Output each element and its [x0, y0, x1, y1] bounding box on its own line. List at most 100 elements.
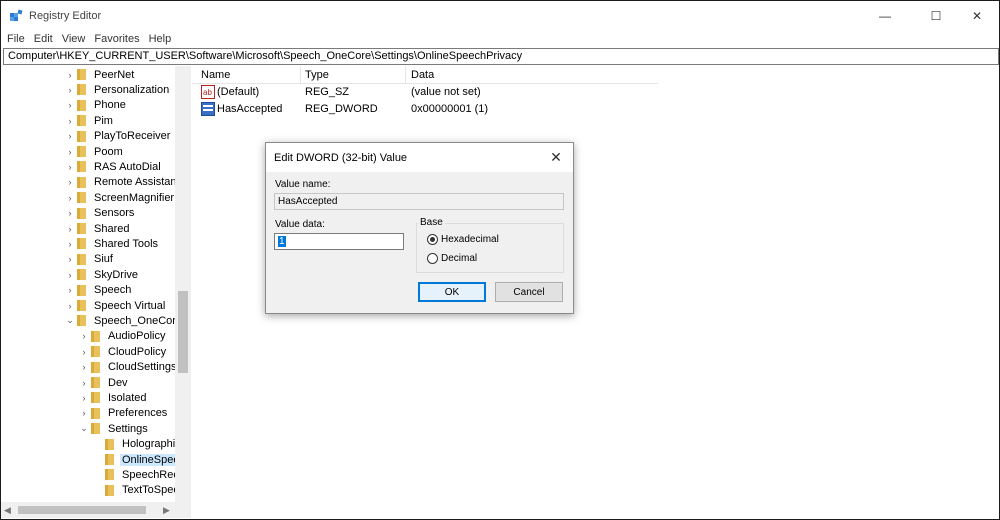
tree-node[interactable]: › SkyDrive	[65, 267, 140, 282]
chevron-down-icon[interactable]: ⌄	[79, 421, 89, 436]
chevron-right-icon[interactable]: ›	[65, 113, 75, 128]
scroll-right-arrow-icon[interactable]: ▶	[163, 505, 170, 516]
tree-node[interactable]: › Shared Tools	[65, 236, 160, 251]
folder-icon	[91, 361, 100, 373]
chevron-right-icon[interactable]: ›	[65, 144, 75, 159]
chevron-right-icon[interactable]: ›	[65, 221, 75, 236]
chevron-right-icon[interactable]: ›	[65, 190, 75, 205]
tree-horizontal-scrollbar[interactable]: ◀ ▶	[1, 502, 191, 518]
chevron-right-icon[interactable]: ›	[79, 375, 89, 390]
tree-node[interactable]: › PeerNet	[65, 67, 136, 82]
tree-node[interactable]: › Remote Assistanc	[65, 175, 184, 190]
tree-node[interactable]: › Speech	[65, 283, 133, 298]
tree-node[interactable]: TextToSpee	[93, 483, 181, 498]
value-name: HasAccepted	[217, 103, 283, 115]
chevron-right-icon[interactable]: ›	[65, 82, 75, 97]
folder-icon	[77, 84, 86, 96]
tree-node[interactable]: › RAS AutoDial	[65, 159, 163, 174]
ok-button[interactable]: OK	[418, 282, 486, 302]
tree-node[interactable]: › CloudSettings	[79, 360, 179, 375]
menu-view[interactable]: View	[62, 33, 86, 45]
chevron-right-icon[interactable]: ›	[65, 236, 75, 251]
tree-node[interactable]: › Shared	[65, 221, 131, 236]
tree-node[interactable]: ⌄ Speech_OneCore	[65, 313, 184, 328]
decimal-option[interactable]: Decimal	[427, 253, 477, 264]
column-header-name[interactable]: Name	[201, 69, 230, 81]
column-divider[interactable]	[300, 66, 301, 84]
tree-node[interactable]: › PlayToReceiver	[65, 129, 172, 144]
address-bar[interactable]: Computer\HKEY_CURRENT_USER\Software\Micr…	[3, 48, 999, 65]
tree-node[interactable]: › Siuf	[65, 252, 115, 267]
value-name-field[interactable]: HasAccepted	[274, 193, 564, 210]
hexadecimal-radio[interactable]	[427, 234, 438, 245]
value-row-hasaccepted[interactable]: HasAccepted REG_DWORD 0x00000001 (1)	[192, 101, 658, 118]
column-header-type[interactable]: Type	[305, 69, 329, 81]
dialog-close-icon[interactable]: ✕	[544, 146, 568, 168]
chevron-right-icon[interactable]: ›	[65, 252, 75, 267]
tree-node[interactable]: › Poom	[65, 144, 125, 159]
tree-node[interactable]: › Sensors	[65, 206, 136, 221]
chevron-right-icon[interactable]: ›	[65, 67, 75, 82]
tree-node[interactable]: › ScreenMagnifier	[65, 190, 176, 205]
menu-edit[interactable]: Edit	[34, 33, 53, 45]
tree-node-label: Sensors	[94, 207, 135, 220]
folder-icon	[77, 238, 86, 250]
close-button[interactable]: ✕	[955, 1, 999, 31]
menu-help[interactable]: Help	[149, 33, 172, 45]
chevron-down-icon[interactable]: ⌄	[65, 313, 75, 328]
values-list-header: Name Type Data	[192, 66, 658, 84]
edit-dword-dialog: Edit DWORD (32-bit) Value ✕ Value name: …	[265, 142, 574, 314]
tree-horizontal-scroll-thumb[interactable]	[18, 506, 146, 514]
chevron-right-icon[interactable]: ›	[65, 159, 75, 174]
chevron-right-icon[interactable]: ›	[65, 267, 75, 282]
tree-node[interactable]: › CloudPolicy	[79, 344, 168, 359]
chevron-right-icon[interactable]: ›	[65, 283, 75, 298]
column-header-data[interactable]: Data	[411, 69, 434, 81]
tree-node[interactable]: › Dev	[79, 375, 130, 390]
tree-node[interactable]: › Speech Virtual	[65, 298, 167, 313]
maximize-button[interactable]: ☐	[914, 1, 958, 31]
value-data-input[interactable]: 1	[274, 233, 404, 250]
tree-node-label: Shared Tools	[94, 237, 159, 250]
cancel-button[interactable]: Cancel	[495, 282, 563, 302]
tree-node[interactable]: › Personalization	[65, 82, 171, 97]
value-row-default[interactable]: ab (Default) REG_SZ (value not set)	[192, 84, 658, 101]
tree-node[interactable]: › Phone	[65, 98, 128, 113]
tree-node[interactable]: SpeechReco	[93, 467, 187, 482]
scroll-left-arrow-icon[interactable]: ◀	[4, 505, 11, 516]
tree-node[interactable]: › Preferences	[79, 406, 169, 421]
decimal-radio[interactable]	[427, 253, 438, 264]
tree-node[interactable]: › Pim	[65, 113, 115, 128]
tree-node-label: ScreenMagnifier	[94, 191, 175, 204]
tree-node-label: Poom	[94, 145, 123, 158]
tree-vertical-scrollbar[interactable]	[175, 66, 191, 502]
chevron-right-icon[interactable]: ›	[65, 206, 75, 221]
menu-file[interactable]: File	[7, 33, 25, 45]
chevron-right-icon[interactable]: ›	[65, 129, 75, 144]
chevron-right-icon[interactable]: ›	[65, 98, 75, 113]
tree-node[interactable]: ⌄ Settings	[79, 421, 150, 436]
no-expander	[93, 437, 103, 452]
menu-favorites[interactable]: Favorites	[94, 33, 139, 45]
decimal-label: Decimal	[441, 253, 478, 264]
hexadecimal-option[interactable]: Hexadecimal	[427, 234, 499, 245]
chevron-right-icon[interactable]: ›	[79, 390, 89, 405]
minimize-button[interactable]: —	[863, 1, 907, 31]
folder-icon	[77, 269, 86, 281]
chevron-right-icon[interactable]: ›	[79, 329, 89, 344]
tree-node[interactable]: › AudioPolicy	[79, 329, 167, 344]
column-divider[interactable]	[405, 66, 406, 84]
tree-node[interactable]: Holographi	[93, 437, 177, 452]
chevron-right-icon[interactable]: ›	[79, 360, 89, 375]
chevron-right-icon[interactable]: ›	[79, 344, 89, 359]
tree-node-label: CloudSettings	[108, 361, 177, 374]
tree-vertical-scroll-thumb[interactable]	[178, 291, 188, 373]
chevron-right-icon[interactable]: ›	[65, 175, 75, 190]
menu-bar: File Edit View Favorites Help	[1, 31, 999, 47]
dialog-title: Edit DWORD (32-bit) Value	[274, 152, 408, 164]
chevron-right-icon[interactable]: ›	[65, 298, 75, 313]
tree-node[interactable]: OnlineSpee	[93, 452, 182, 467]
chevron-right-icon[interactable]: ›	[79, 406, 89, 421]
registry-editor-app-icon	[9, 9, 23, 23]
tree-node[interactable]: › Isolated	[79, 390, 149, 405]
